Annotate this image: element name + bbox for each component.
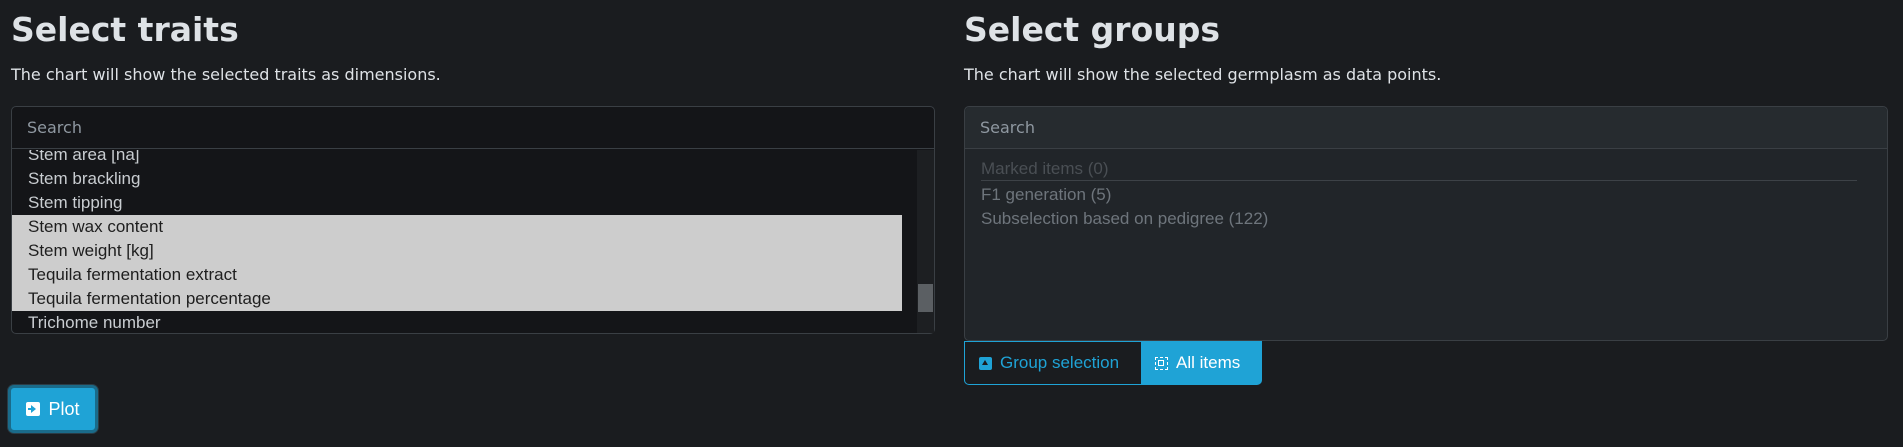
- traits-title: Select traits: [11, 10, 239, 49]
- trait-option[interactable]: Stem area [na]: [12, 150, 902, 167]
- arrow-up-square-icon: [979, 356, 992, 370]
- trait-option[interactable]: Stem tipping: [12, 191, 902, 215]
- traits-list[interactable]: Stem area [na] Stem brackling Stem tipping…: [12, 150, 917, 333]
- plot-button-label: Plot: [48, 398, 80, 419]
- group-selection-label: Group selection: [1000, 353, 1120, 372]
- traits-search-input[interactable]: [12, 107, 934, 149]
- groups-search-input[interactable]: [965, 107, 1887, 149]
- select-all-icon: [1155, 356, 1168, 370]
- all-items-button[interactable]: All items: [1141, 341, 1262, 385]
- traits-panel: Select traits The chart will show the se…: [11, 0, 935, 334]
- trait-option[interactable]: Stem brackling: [12, 167, 902, 191]
- all-items-label: All items: [1176, 353, 1241, 372]
- traits-list-items: Stem area [na] Stem brackling Stem tipping…: [12, 150, 917, 333]
- box-arrow-right-icon: [26, 402, 41, 416]
- group-option[interactable]: Subselection based on pedigree (122): [981, 207, 1857, 231]
- group-option[interactable]: F1 generation (5): [981, 183, 1857, 207]
- group-option-disabled: Marked items (0): [981, 158, 1857, 181]
- traits-description: The chart will show the selected traits …: [11, 65, 441, 84]
- trait-option[interactable]: Stem weight [kg]: [12, 239, 902, 263]
- group-selection-button[interactable]: Group selection: [964, 341, 1141, 385]
- groups-title: Select groups: [964, 10, 1220, 49]
- groups-select-box: Marked items (0)F1 generation (5)Subsele…: [964, 106, 1888, 341]
- traits-select-box: Stem area [na]Stem bracklingStem tipping…: [11, 106, 935, 334]
- traits-scrollbar-thumb[interactable]: [918, 284, 933, 312]
- groups-description: The chart will show the selected germpla…: [964, 65, 1442, 84]
- group-mode-toggle: Group selection All items: [964, 341, 1262, 385]
- trait-option[interactable]: Trichome number: [12, 311, 902, 333]
- trait-option[interactable]: Tequila fermentation extract: [12, 263, 902, 287]
- traits-scrollbar[interactable]: [917, 150, 934, 333]
- groups-panel: Select groups The chart will show the se…: [964, 0, 1888, 385]
- trait-option[interactable]: Tequila fermentation percentage: [12, 287, 902, 311]
- plot-button[interactable]: Plot: [8, 385, 98, 433]
- groups-list[interactable]: Marked items (0) F1 generation (5) Subsele…: [965, 150, 1887, 340]
- trait-option[interactable]: Stem wax content: [12, 215, 902, 239]
